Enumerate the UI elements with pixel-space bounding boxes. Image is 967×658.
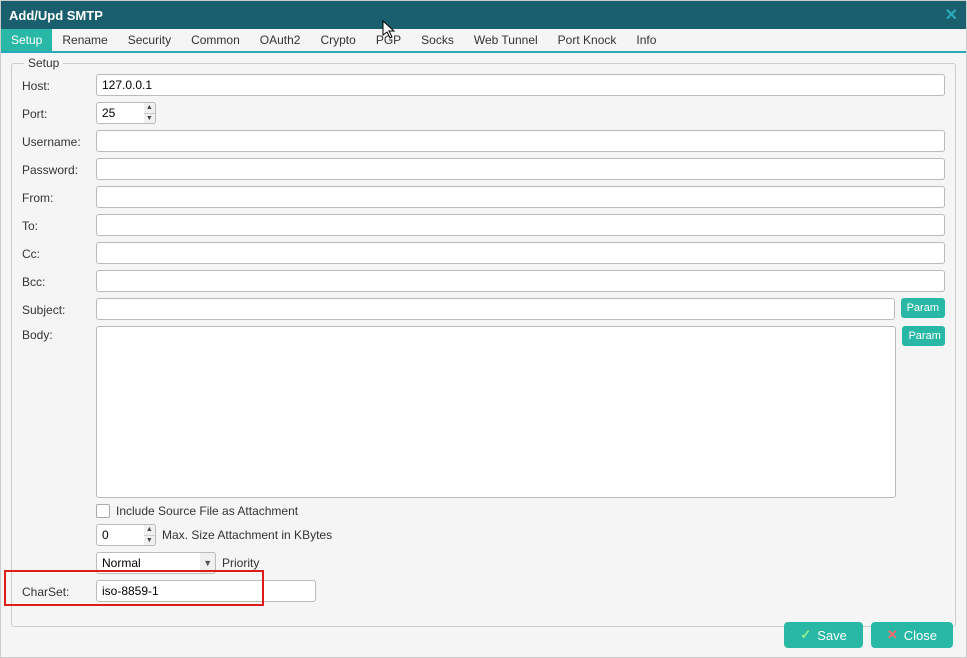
save-button[interactable]: Save (784, 622, 863, 648)
setup-fieldset: Setup Host: Port: ▲▼ Username: Password:… (11, 63, 956, 627)
password-label: Password: (22, 161, 90, 177)
save-button-label: Save (817, 628, 847, 643)
from-input[interactable] (96, 186, 945, 208)
tab-rename[interactable]: Rename (52, 29, 117, 51)
tab-bar: Setup Rename Security Common OAuth2 Cryp… (1, 29, 966, 53)
close-icon[interactable]: ✕ (945, 5, 958, 25)
tab-socks[interactable]: Socks (411, 29, 464, 51)
max-size-input[interactable] (96, 524, 144, 546)
tab-oauth2[interactable]: OAuth2 (250, 29, 311, 51)
tab-common[interactable]: Common (181, 29, 250, 51)
port-label: Port: (22, 105, 90, 121)
close-button[interactable]: Close (871, 622, 953, 648)
spinner-up-icon[interactable]: ▲ (144, 103, 155, 114)
charset-input[interactable] (96, 580, 316, 602)
title-bar: Add/Upd SMTP ✕ (1, 1, 966, 29)
host-label: Host: (22, 77, 90, 93)
username-label: Username: (22, 133, 90, 149)
include-source-label: Include Source File as Attachment (116, 504, 298, 518)
subject-input[interactable] (96, 298, 895, 320)
priority-combo[interactable]: ▼ (96, 552, 216, 574)
bcc-label: Bcc: (22, 273, 90, 289)
username-input[interactable] (96, 130, 945, 152)
body-textarea[interactable] (96, 326, 896, 498)
cc-label: Cc: (22, 245, 90, 261)
spinner-down-icon[interactable]: ▼ (144, 536, 155, 546)
to-input[interactable] (96, 214, 945, 236)
fieldset-legend: Setup (24, 56, 63, 70)
port-input[interactable] (96, 102, 144, 124)
spinner-down-icon[interactable]: ▼ (144, 114, 155, 124)
tab-setup[interactable]: Setup (1, 29, 52, 51)
tab-web-tunnel[interactable]: Web Tunnel (464, 29, 548, 51)
cc-input[interactable] (96, 242, 945, 264)
tab-crypto[interactable]: Crypto (310, 29, 365, 51)
include-source-checkbox[interactable] (96, 504, 110, 518)
body-label: Body: (22, 326, 90, 342)
port-spinner-buttons[interactable]: ▲▼ (144, 102, 156, 124)
footer-bar: Save Close (0, 612, 967, 658)
max-size-spinner[interactable]: ▲▼ (96, 524, 156, 546)
password-input[interactable] (96, 158, 945, 180)
window-title: Add/Upd SMTP (9, 8, 103, 23)
max-size-label: Max. Size Attachment in KBytes (162, 528, 332, 542)
from-label: From: (22, 189, 90, 205)
subject-param-button[interactable]: Param (901, 298, 945, 318)
body-param-button[interactable]: Param (902, 326, 945, 346)
spinner-up-icon[interactable]: ▲ (144, 525, 155, 536)
tab-info[interactable]: Info (626, 29, 666, 51)
tab-security[interactable]: Security (118, 29, 181, 51)
bcc-input[interactable] (96, 270, 945, 292)
to-label: To: (22, 217, 90, 233)
tab-port-knock[interactable]: Port Knock (548, 29, 627, 51)
subject-label: Subject: (22, 301, 90, 317)
priority-input[interactable] (96, 552, 200, 574)
priority-label: Priority (222, 556, 259, 570)
x-icon (887, 627, 898, 643)
check-icon (800, 627, 811, 643)
tab-pgp[interactable]: PGP (366, 29, 411, 51)
host-input[interactable] (96, 74, 945, 96)
max-size-spinner-buttons[interactable]: ▲▼ (144, 524, 156, 546)
charset-label: CharSet: (22, 583, 90, 599)
dropdown-arrow-icon[interactable]: ▼ (200, 552, 216, 574)
close-button-label: Close (904, 628, 937, 643)
content-area: Setup Host: Port: ▲▼ Username: Password:… (1, 53, 966, 627)
port-spinner[interactable]: ▲▼ (96, 102, 156, 124)
